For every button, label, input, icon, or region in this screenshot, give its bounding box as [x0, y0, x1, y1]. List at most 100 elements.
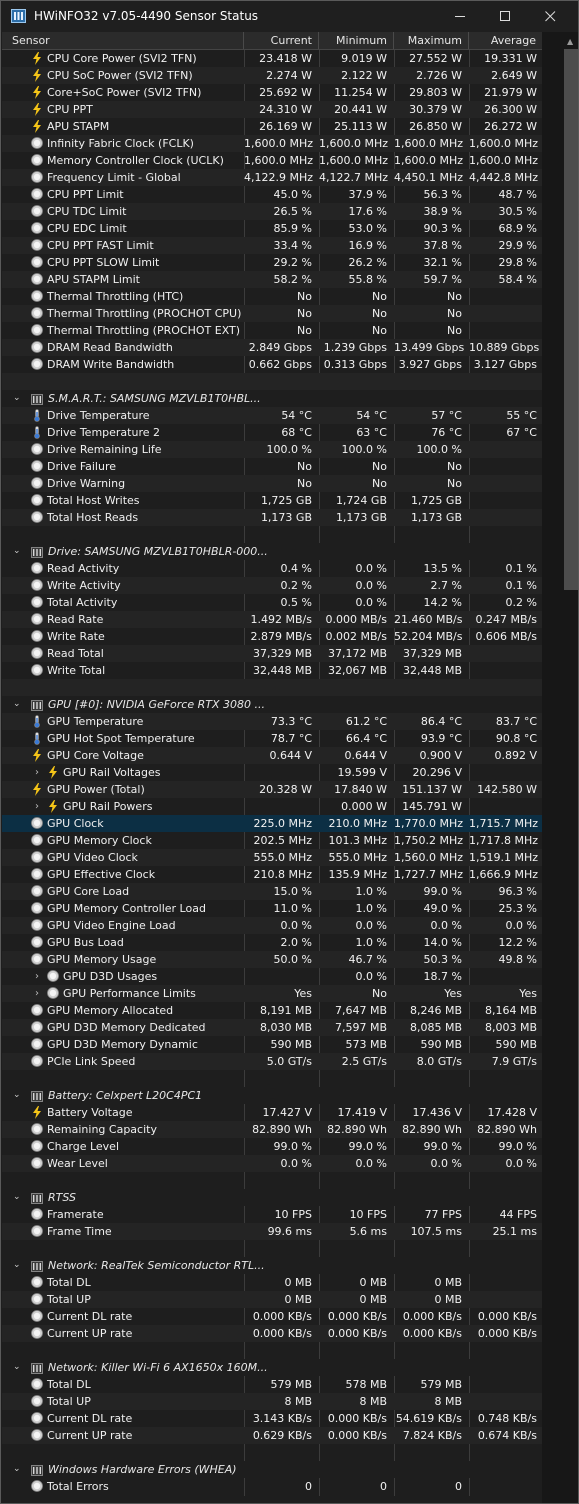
sensor-row-battery-voltage[interactable]: Battery Voltage 17.427 V 17.419 V 17.436 V 1…: [2, 1104, 542, 1121]
collapse-chevron-icon[interactable]: ⌄: [13, 1189, 23, 1206]
column-header-maximum[interactable]: Maximum: [394, 32, 469, 49]
sensor-row-memory-controller-clock-uclk[interactable]: Memory Controller Clock (UCLK) 1,600.0 MH…: [2, 152, 542, 169]
sensor-row-total-up[interactable]: Total UP 8 MB 8 MB 8 MB: [2, 1393, 542, 1410]
maximize-button[interactable]: [483, 1, 528, 32]
sensor-row-frame-time[interactable]: Frame Time 99.6 ms 5.6 ms 107.5 ms 25.1 ms: [2, 1223, 542, 1240]
sensor-row-drive-remaining-life[interactable]: Drive Remaining Life 100.0 % 100.0 % 100.0 …: [2, 441, 542, 458]
column-header-minimum[interactable]: Minimum: [319, 32, 394, 49]
sensor-row-charge-level[interactable]: Charge Level 99.0 % 99.0 % 99.0 % 99.0 %: [2, 1138, 542, 1155]
sensor-row-total-activity[interactable]: Total Activity 0.5 % 0.0 % 14.2 % 0.2 %: [2, 594, 542, 611]
sensor-row-infinity-fabric-clock-fclk[interactable]: Infinity Fabric Clock (FCLK) 1,600.0 MHz 1…: [2, 135, 542, 152]
sensor-row-gpu-core-load[interactable]: GPU Core Load 15.0 % 1.0 % 99.0 % 96.3 %: [2, 883, 542, 900]
sensor-row-cpu-core-power-svi2-tfn[interactable]: CPU Core Power (SVI2 TFN) 23.418 W 9.019 W…: [2, 50, 542, 67]
sensor-row-cpu-edc-limit[interactable]: CPU EDC Limit 85.9 % 53.0 % 90.3 % 68.9 %: [2, 220, 542, 237]
sensor-row-framerate[interactable]: Framerate 10 FPS 10 FPS 77 FPS 44 FPS: [2, 1206, 542, 1223]
sensor-group-header[interactable]: ⌄ Battery: Celxpert L20C4PC1: [2, 1087, 542, 1104]
sensor-group-header[interactable]: ⌄ RTSS: [2, 1189, 542, 1206]
sensor-row-cpu-ppt-fast-limit[interactable]: CPU PPT FAST Limit 33.4 % 16.9 % 37.8 % 29.9…: [2, 237, 542, 254]
sensor-row-cpu-ppt[interactable]: CPU PPT 24.310 W 20.441 W 30.379 W 26.300 W: [2, 101, 542, 118]
sensor-group-header[interactable]: ⌄ Network: RealTek Semiconductor RTL...: [2, 1257, 542, 1274]
sensor-group-header[interactable]: ⌄ GPU [#0]: NVIDIA GeForce RTX 3080 ...: [2, 696, 542, 713]
sensor-row-dram-write-bandwidth[interactable]: DRAM Write Bandwidth 0.662 Gbps 0.313 Gbps…: [2, 356, 542, 373]
sensor-row-wear-level[interactable]: Wear Level 0.0 % 0.0 % 0.0 % 0.0 %: [2, 1155, 542, 1172]
sensor-row-drive-temperature-2[interactable]: Drive Temperature 2 68 °C 63 °C 76 °C 67 °C: [2, 424, 542, 441]
sensor-row-cpu-soc-power-svi2-tfn[interactable]: CPU SoC Power (SVI2 TFN) 2.274 W 2.122 W 2.…: [2, 67, 542, 84]
sensor-subgroup-row[interactable]: › GPU Rail Powers 0.000 W 145.791 W: [2, 798, 542, 815]
title-bar[interactable]: HWiNFO32 v7.05-4490 Sensor Status: [1, 1, 578, 32]
sensor-row-current-dl-rate[interactable]: Current DL rate 0.000 KB/s 0.000 KB/s 0.000…: [2, 1308, 542, 1325]
scroll-up-icon[interactable]: ▲: [567, 37, 573, 46]
sensor-row-thermal-throttling-prochot-cpu[interactable]: Thermal Throttling (PROCHOT CPU) No No No: [2, 305, 542, 322]
close-button[interactable]: [528, 1, 573, 32]
sensor-group-header[interactable]: ⌄ Windows Hardware Errors (WHEA): [2, 1461, 542, 1478]
sensor-row-write-activity[interactable]: Write Activity 0.2 % 0.0 % 2.7 % 0.1 %: [2, 577, 542, 594]
sensor-row-thermal-throttling-htc[interactable]: Thermal Throttling (HTC) No No No: [2, 288, 542, 305]
sensor-row-total-errors[interactable]: Total Errors 0 0 0: [2, 1478, 542, 1495]
sensor-group-header[interactable]: ⌄ Network: Killer Wi-Fi 6 AX1650x 160M...: [2, 1359, 542, 1376]
scrollbar-thumb[interactable]: [564, 49, 578, 590]
sensor-row-gpu-temperature[interactable]: GPU Temperature 73.3 °C 61.2 °C 86.4 °C 83.7…: [2, 713, 542, 730]
sensor-row-read-activity[interactable]: Read Activity 0.4 % 0.0 % 13.5 % 0.1 %: [2, 560, 542, 577]
sensor-row-pcie-link-speed[interactable]: PCIe Link Speed 5.0 GT/s 2.5 GT/s 8.0 GT/s 7…: [2, 1053, 542, 1070]
sensor-row-frequency-limit-global[interactable]: Frequency Limit - Global 4,122.9 MHz 4,122…: [2, 169, 542, 186]
sensor-row-remaining-capacity[interactable]: Remaining Capacity 82.890 Wh 82.890 Wh 82.8…: [2, 1121, 542, 1138]
sensor-row-write-rate[interactable]: Write Rate 2.879 MB/s 0.002 MB/s 52.204 MB/…: [2, 628, 542, 645]
expand-chevron-icon[interactable]: ›: [35, 985, 39, 1002]
sensor-row-gpu-hot-spot-temperature[interactable]: GPU Hot Spot Temperature 78.7 °C 66.4 °C 93…: [2, 730, 542, 747]
sensor-row-apu-stapm[interactable]: APU STAPM 26.169 W 25.113 W 26.850 W 26.272 …: [2, 118, 542, 135]
sensor-row-gpu-d3d-memory-dynamic[interactable]: GPU D3D Memory Dynamic 590 MB 573 MB 590 MB…: [2, 1036, 542, 1053]
sensor-row-total-up[interactable]: Total UP 0 MB 0 MB 0 MB: [2, 1291, 542, 1308]
sensor-row-thermal-throttling-prochot-ext[interactable]: Thermal Throttling (PROCHOT EXT) No No No: [2, 322, 542, 339]
sensor-row-drive-temperature[interactable]: Drive Temperature 54 °C 54 °C 57 °C 55 °C: [2, 407, 542, 424]
sensor-row-total-host-reads[interactable]: Total Host Reads 1,173 GB 1,173 GB 1,173 GB: [2, 509, 542, 526]
expand-chevron-icon[interactable]: ›: [35, 764, 39, 781]
sensor-row-read-total[interactable]: Read Total 37,329 MB 37,172 MB 37,329 MB: [2, 645, 542, 662]
sensor-row-gpu-video-clock[interactable]: GPU Video Clock 555.0 MHz 555.0 MHz 1,560.0…: [2, 849, 542, 866]
sensor-row-total-dl[interactable]: Total DL 0 MB 0 MB 0 MB: [2, 1274, 542, 1291]
column-header-sensor[interactable]: Sensor: [2, 32, 244, 49]
sensor-row-gpu-core-voltage[interactable]: GPU Core Voltage 0.644 V 0.644 V 0.900 V 0.8…: [2, 747, 542, 764]
sensor-group-header[interactable]: ⌄ Drive: SAMSUNG MZVLB1T0HBLR-000...: [2, 543, 542, 560]
expand-chevron-icon[interactable]: ›: [35, 798, 39, 815]
sensor-row-current-up-rate[interactable]: Current UP rate 0.629 KB/s 0.000 KB/s 7.824…: [2, 1427, 542, 1444]
sensor-row-cpu-tdc-limit[interactable]: CPU TDC Limit 26.5 % 17.6 % 38.9 % 30.5 %: [2, 203, 542, 220]
collapse-chevron-icon[interactable]: ⌄: [13, 543, 23, 560]
column-header-current[interactable]: Current: [244, 32, 319, 49]
sensor-row-gpu-d3d-memory-dedicated[interactable]: GPU D3D Memory Dedicated 8,030 MB 7,597 MB…: [2, 1019, 542, 1036]
sensor-row-current-dl-rate[interactable]: Current DL rate 3.143 KB/s 0.000 KB/s 54.61…: [2, 1410, 542, 1427]
sensor-row-drive-failure[interactable]: Drive Failure No No No: [2, 458, 542, 475]
sensor-row-gpu-clock[interactable]: GPU Clock 225.0 MHz 210.0 MHz 1,770.0 MHz 1,…: [2, 815, 542, 832]
sensor-row-read-rate[interactable]: Read Rate 1.492 MB/s 0.000 MB/s 21.460 MB/s…: [2, 611, 542, 628]
sensor-row-core-soc-power-svi2-tfn[interactable]: Core+SoC Power (SVI2 TFN) 25.692 W 11.254 …: [2, 84, 542, 101]
sensor-subgroup-row[interactable]: › GPU Performance Limits Yes No Yes Yes: [2, 985, 542, 1002]
sensor-row-drive-warning[interactable]: Drive Warning No No No: [2, 475, 542, 492]
sensor-subgroup-row[interactable]: › GPU D3D Usages 0.0 % 18.7 %: [2, 968, 542, 985]
sensor-row-dram-read-bandwidth[interactable]: DRAM Read Bandwidth 2.849 Gbps 1.239 Gbps 1…: [2, 339, 542, 356]
sensor-subgroup-row[interactable]: › GPU Rail Voltages 19.599 V 20.296 V: [2, 764, 542, 781]
sensor-row-apu-stapm-limit[interactable]: APU STAPM Limit 58.2 % 55.8 % 59.7 % 58.4 %: [2, 271, 542, 288]
sensor-row-gpu-effective-clock[interactable]: GPU Effective Clock 210.8 MHz 135.9 MHz 1,7…: [2, 866, 542, 883]
sensor-row-gpu-power-total[interactable]: GPU Power (Total) 20.328 W 17.840 W 151.137…: [2, 781, 542, 798]
sensor-group-header[interactable]: ⌄ S.M.A.R.T.: SAMSUNG MZVLB1T0HBL...: [2, 390, 542, 407]
expand-chevron-icon[interactable]: ›: [35, 968, 39, 985]
sensor-row-gpu-memory-usage[interactable]: GPU Memory Usage 50.0 % 46.7 % 50.3 % 49.8 %: [2, 951, 542, 968]
collapse-chevron-icon[interactable]: ⌄: [13, 1461, 23, 1478]
collapse-chevron-icon[interactable]: ⌄: [13, 1257, 23, 1274]
collapse-chevron-icon[interactable]: ⌄: [13, 1359, 23, 1376]
sensor-row-gpu-memory-clock[interactable]: GPU Memory Clock 202.5 MHz 101.3 MHz 1,750.…: [2, 832, 542, 849]
minimize-button[interactable]: [438, 1, 483, 32]
sensor-row-current-up-rate[interactable]: Current UP rate 0.000 KB/s 0.000 KB/s 0.000…: [2, 1325, 542, 1342]
sensor-row-gpu-video-engine-load[interactable]: GPU Video Engine Load 0.0 % 0.0 % 0.0 % 0.0 …: [2, 917, 542, 934]
sensor-row-gpu-memory-allocated[interactable]: GPU Memory Allocated 8,191 MB 7,647 MB 8,24…: [2, 1002, 542, 1019]
sensor-row-total-dl[interactable]: Total DL 579 MB 578 MB 579 MB: [2, 1376, 542, 1393]
sensor-row-total-host-writes[interactable]: Total Host Writes 1,725 GB 1,724 GB 1,725 G…: [2, 492, 542, 509]
collapse-chevron-icon[interactable]: ⌄: [13, 1087, 23, 1104]
column-header-average[interactable]: Average: [469, 32, 543, 49]
sensor-row-cpu-ppt-slow-limit[interactable]: CPU PPT SLOW Limit 29.2 % 26.2 % 32.1 % 29.8…: [2, 254, 542, 271]
sensor-row-gpu-memory-controller-load[interactable]: GPU Memory Controller Load 11.0 % 1.0 % 49.…: [2, 900, 542, 917]
sensor-row-cpu-ppt-limit[interactable]: CPU PPT Limit 45.0 % 37.9 % 56.3 % 48.7 %: [2, 186, 542, 203]
sensor-row-gpu-bus-load[interactable]: GPU Bus Load 2.0 % 1.0 % 14.0 % 12.2 %: [2, 934, 542, 951]
sensor-row-write-total[interactable]: Write Total 32,448 MB 32,067 MB 32,448 MB: [2, 662, 542, 679]
collapse-chevron-icon[interactable]: ⌄: [13, 390, 23, 407]
collapse-chevron-icon[interactable]: ⌄: [13, 696, 23, 713]
